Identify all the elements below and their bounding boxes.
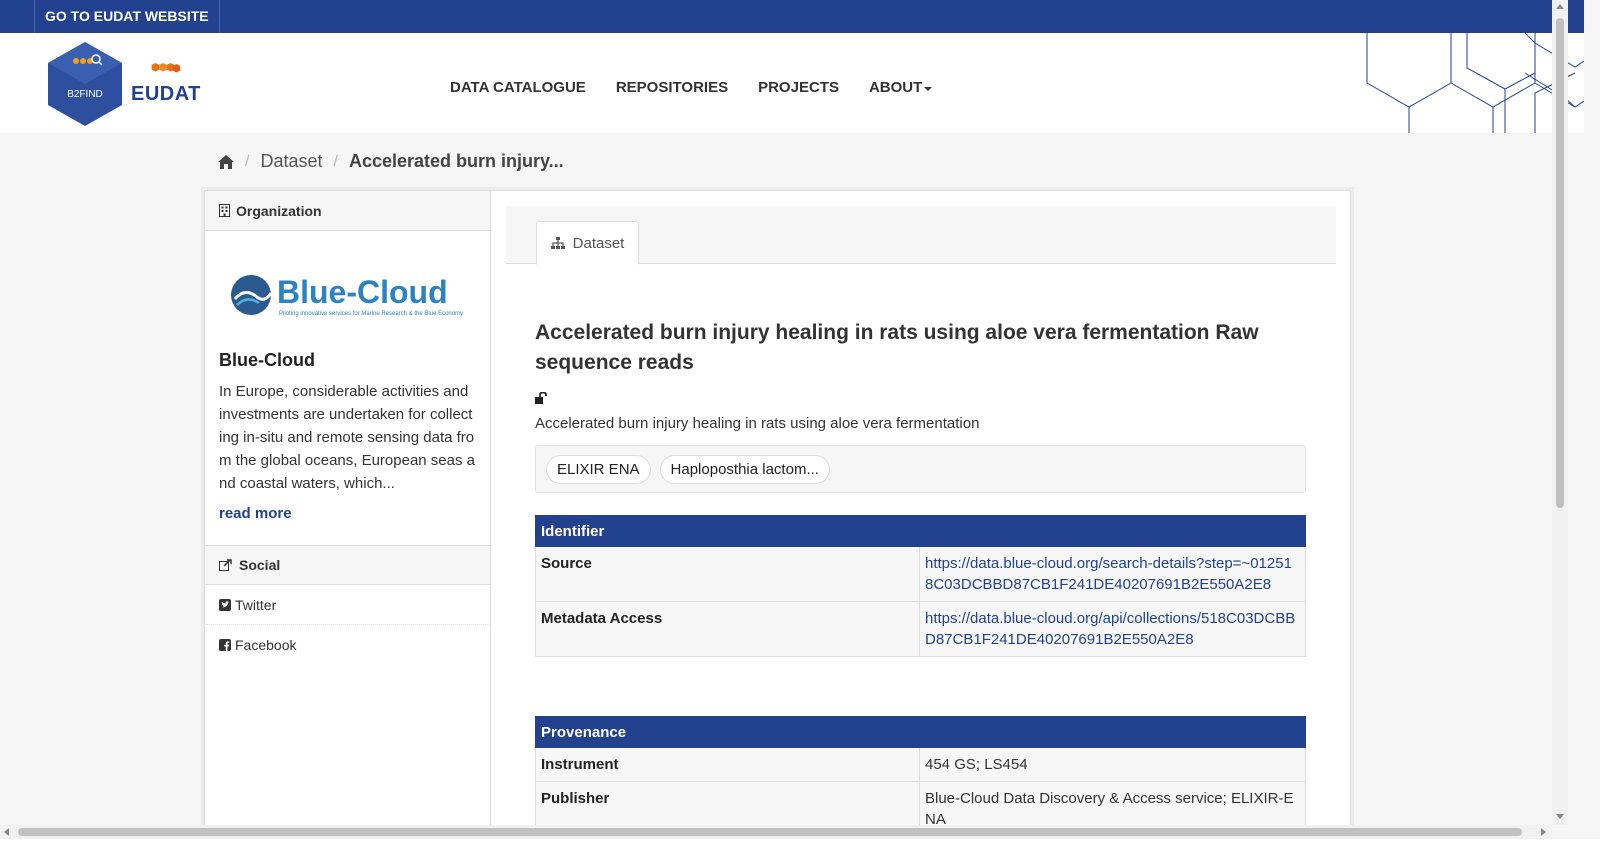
chevron-down-icon (924, 86, 933, 91)
top-bar: GO TO EUDAT WEBSITE (0, 0, 1584, 33)
horizontal-scrollbar[interactable] (0, 825, 1552, 839)
svg-text:Blue-Cloud: Blue-Cloud (277, 274, 448, 310)
row-value: 454 GS; LS454 (919, 747, 1306, 782)
eudat-website-link[interactable]: GO TO EUDAT WEBSITE (34, 0, 220, 33)
row-value: https://data.blue-cloud.org/api/collecti… (919, 601, 1306, 657)
b2find-logo[interactable]: B2FIND (48, 42, 122, 126)
tag-item[interactable]: ELIXIR ENA (546, 454, 651, 484)
source-link[interactable]: https://data.blue-cloud.org/search-detai… (925, 555, 1292, 593)
tag-list: ELIXIR ENA Haploposthia lactom... (535, 445, 1306, 493)
sidebar: Organization Blue-Cloud Piloting innovat… (205, 191, 491, 851)
nav-projects[interactable]: PROJECTS (758, 79, 839, 96)
svg-text:Piloting innovative services f: Piloting innovative services for Marine … (279, 311, 463, 317)
breadcrumb-current[interactable]: Accelerated burn injury... (349, 151, 564, 172)
main-nav: DATA CATALOGUE REPOSITORIES PROJECTS ABO… (450, 79, 933, 96)
row-key: Instrument (535, 747, 920, 782)
organization-heading: Organization (205, 191, 490, 231)
social-facebook-label: Facebook (235, 637, 297, 653)
scroll-right-icon[interactable] (1541, 828, 1546, 836)
dataset-subtitle: Accelerated burn injury healing in rats … (535, 415, 980, 432)
identifier-table: Identifier Source https://data.blue-clou… (535, 515, 1306, 657)
blue-cloud-logo[interactable]: Blue-Cloud Piloting innovative services … (231, 271, 466, 319)
organization-name: Blue-Cloud (219, 350, 315, 370)
facebook-icon (219, 639, 231, 651)
nav-about-label: ABOUT (868, 79, 923, 96)
tab-dataset-label: Dataset (572, 234, 625, 252)
horizontal-scrollbar-thumb[interactable] (18, 828, 1522, 836)
social-facebook[interactable]: Facebook (205, 625, 490, 665)
home-icon[interactable] (218, 154, 234, 169)
social-twitter[interactable]: Twitter (205, 585, 490, 625)
breadcrumb-dataset[interactable]: Dataset (260, 151, 322, 172)
window-bottom-edge (0, 839, 1600, 857)
table-row: Instrument 454 GS; LS454 (535, 747, 1306, 782)
row-key: Metadata Access (535, 601, 920, 657)
scroll-left-icon[interactable] (4, 828, 9, 836)
vertical-scrollbar-thumb[interactable] (1556, 18, 1564, 508)
sitemap-icon (550, 237, 565, 249)
nav-data-catalogue[interactable]: DATA CATALOGUE (450, 79, 586, 96)
unlock-icon (535, 392, 547, 404)
row-key: Source (535, 546, 920, 602)
tabs-bar: Dataset (506, 206, 1336, 265)
provenance-heading: Provenance (535, 716, 1306, 748)
vertical-scrollbar[interactable] (1552, 0, 1568, 825)
organization-description: In Europe, considerable activities and i… (219, 383, 476, 492)
identifier-heading: Identifier (535, 515, 1306, 547)
building-icon (219, 204, 230, 217)
scroll-down-icon[interactable] (1556, 814, 1564, 819)
metadata-access-link[interactable]: https://data.blue-cloud.org/api/collecti… (925, 610, 1295, 648)
dataset-title: Accelerated burn injury healing in rats … (535, 321, 1259, 374)
nav-repositories[interactable]: REPOSITORIES (616, 79, 728, 96)
provenance-table: Provenance Instrument 454 GS; LS454 Publ… (535, 716, 1306, 837)
nav-about[interactable]: ABOUT (868, 79, 933, 96)
dataset-content: Dataset Accelerated burn injury healing … (506, 206, 1336, 837)
social-heading: Social (205, 545, 490, 585)
scroll-up-icon[interactable] (1556, 4, 1564, 9)
organization-heading-label: Organization (236, 202, 322, 219)
breadcrumb-separator: / (245, 152, 250, 170)
main-panel: Organization Blue-Cloud Piloting innovat… (204, 190, 1351, 851)
share-icon (219, 559, 232, 571)
tab-dataset[interactable]: Dataset (536, 221, 639, 265)
breadcrumb: / Dataset / Accelerated burn injury... (218, 151, 564, 172)
table-row: Source https://data.blue-cloud.org/searc… (535, 546, 1306, 602)
social-twitter-label: Twitter (235, 596, 277, 613)
row-value: https://data.blue-cloud.org/search-detai… (919, 546, 1306, 602)
svg-text:B2FIND: B2FIND (67, 89, 103, 100)
table-row: Metadata Access https://data.blue-cloud.… (535, 601, 1306, 657)
eudat-logo-text: EUDAT (131, 83, 201, 105)
social-heading-label: Social (239, 557, 281, 573)
breadcrumb-separator: / (333, 152, 338, 170)
eudat-logo-cubes (151, 63, 181, 73)
social-section: Social Twitter Facebook (205, 545, 490, 665)
twitter-icon (219, 598, 231, 611)
read-more-link[interactable]: read more (219, 505, 292, 522)
tag-item[interactable]: Haploposthia lactom... (659, 454, 830, 484)
site-header: B2FIND EUDAT DATA CATALOGUE REPOSITORIES… (0, 33, 1584, 133)
